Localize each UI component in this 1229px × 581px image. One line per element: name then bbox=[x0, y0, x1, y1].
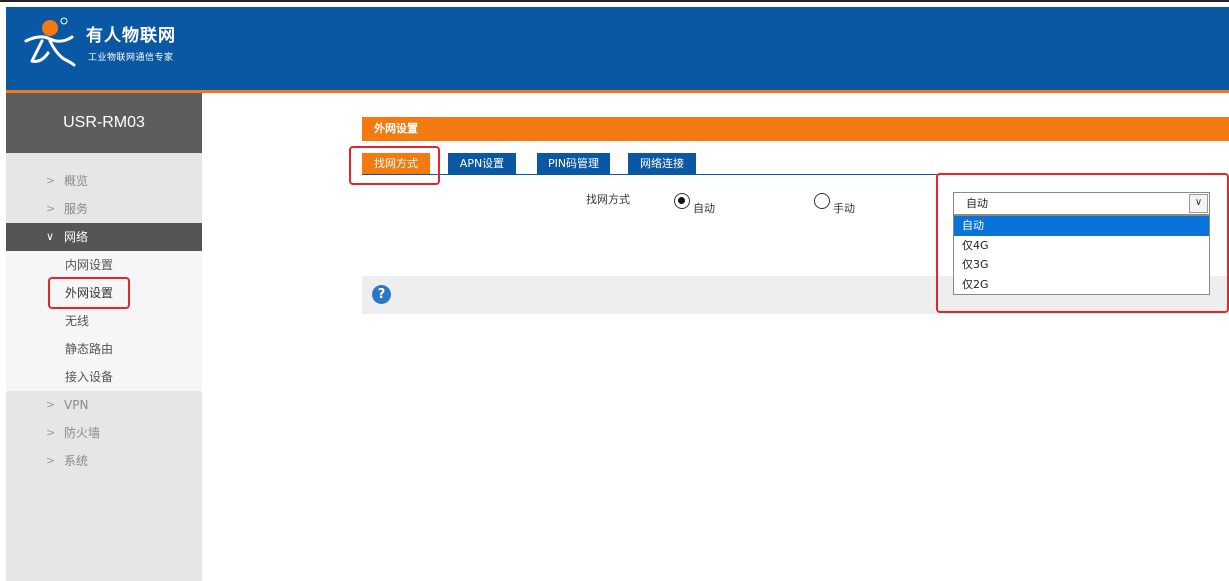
network-submenu: 内网设置 外网设置 无线 静态路由 接入设备 bbox=[6, 251, 202, 391]
top-border bbox=[0, 0, 1229, 7]
chevron-right-icon: > bbox=[46, 202, 56, 215]
tab-underline bbox=[362, 174, 940, 175]
annotation-highlight-sidebar bbox=[48, 277, 130, 309]
annotation-highlight-dropdown bbox=[936, 173, 1229, 313]
tab-network-connection[interactable]: 网络连接 bbox=[628, 153, 696, 174]
brand-name: 有人物联网 bbox=[86, 26, 176, 46]
sidebar-nav: > 概览 > 服务 ∨ 网络 内网设置 外网设置 无线 静态路由 接入设备 > … bbox=[6, 167, 202, 475]
sidebar-item-connected-devices[interactable]: 接入设备 bbox=[6, 363, 202, 391]
radio-checked-dot bbox=[678, 197, 685, 204]
radio-manual-label: 手动 bbox=[833, 202, 855, 215]
help-bar: ? bbox=[362, 276, 940, 314]
sidebar-item-static-route[interactable]: 静态路由 bbox=[6, 335, 202, 363]
sidebar-item-system[interactable]: > 系统 bbox=[6, 447, 202, 475]
chevron-right-icon: > bbox=[46, 454, 56, 467]
sidebar-item-firewall[interactable]: > 防火墙 bbox=[6, 419, 202, 447]
chevron-down-icon: ∨ bbox=[46, 230, 55, 243]
tab-apn-settings[interactable]: APN设置 bbox=[448, 153, 516, 174]
sidebar-item-lan-settings[interactable]: 内网设置 bbox=[6, 251, 202, 279]
sidebar-item-network[interactable]: ∨ 网络 bbox=[6, 223, 202, 251]
chevron-right-icon: > bbox=[46, 174, 56, 187]
radio-auto-label: 自动 bbox=[693, 202, 715, 215]
sidebar-item-overview[interactable]: > 概览 bbox=[6, 167, 202, 195]
help-icon[interactable]: ? bbox=[372, 285, 391, 304]
sidebar-item-services[interactable]: > 服务 bbox=[6, 195, 202, 223]
search-mode-label: 找网方式 bbox=[586, 193, 630, 206]
chevron-right-icon: > bbox=[46, 426, 56, 439]
chevron-right-icon: > bbox=[46, 398, 56, 411]
router-admin-page: 有人物联网 工业物联网通信专家 USR-RM03 > 概览 > 服务 ∨ 网络 … bbox=[0, 0, 1229, 581]
sidebar: USR-RM03 > 概览 > 服务 ∨ 网络 内网设置 外网设置 无线 静态路… bbox=[6, 93, 202, 581]
panel-title: 外网设置 bbox=[362, 117, 1229, 141]
brand-tagline: 工业物联网通信专家 bbox=[88, 53, 174, 63]
brand-logo-icon bbox=[24, 17, 76, 67]
sidebar-item-vpn[interactable]: > VPN bbox=[6, 391, 202, 419]
tab-pin-management[interactable]: PIN码管理 bbox=[537, 153, 610, 174]
sidebar-item-label: 防火墙 bbox=[64, 426, 101, 440]
device-model-title: USR-RM03 bbox=[6, 93, 202, 153]
radio-auto[interactable] bbox=[674, 193, 690, 209]
header-bar: 有人物联网 工业物联网通信专家 bbox=[6, 7, 1229, 90]
annotation-highlight-tab bbox=[349, 146, 440, 185]
radio-manual[interactable] bbox=[814, 193, 830, 209]
sidebar-item-wireless[interactable]: 无线 bbox=[6, 307, 202, 335]
